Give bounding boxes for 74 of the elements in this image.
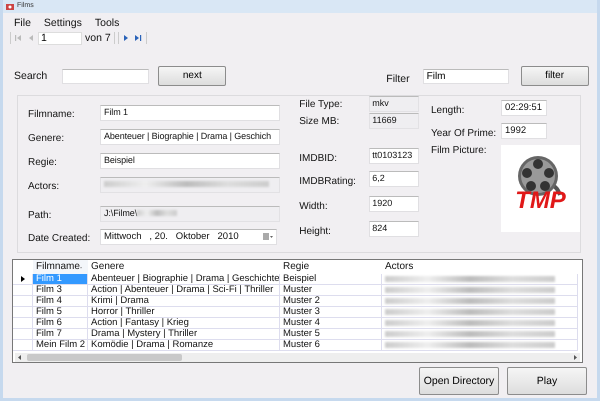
field-label: Size MB:	[299, 116, 340, 129]
text-field[interactable]: Abenteuer | Biographie | Drama | Geschich	[100, 128, 280, 144]
table-cell: Beispiel	[280, 274, 382, 285]
text-field[interactable]: mkv	[369, 96, 420, 112]
field-label: Path:	[28, 210, 52, 222]
play-button[interactable]: Play	[507, 367, 587, 395]
menu-item[interactable]: Settings	[44, 17, 82, 31]
table-cell: Muster 3	[280, 307, 382, 318]
table-cell: Mein Film 2	[33, 340, 88, 351]
filter-field[interactable]: Film	[422, 68, 509, 84]
current-row-icon	[20, 276, 24, 282]
field-label: Date Created:	[28, 232, 92, 244]
menu-item[interactable]: File	[14, 17, 31, 31]
date-picker[interactable]: Mittwoch , 20. Oktober 2010	[100, 228, 277, 244]
field-label: File Type:	[299, 99, 344, 112]
field-label: Film Picture:	[431, 145, 488, 158]
table-cell: Muster 4	[280, 318, 382, 329]
table-cell: Film 1	[33, 274, 88, 285]
filter-button[interactable]: filter	[520, 66, 589, 86]
column-header[interactable]: Actors	[382, 260, 578, 274]
text-field[interactable]: tt0103123	[369, 148, 420, 164]
text-field[interactable]: 824	[369, 221, 420, 237]
horizontal-scrollbar[interactable]	[15, 353, 580, 362]
redacted-text	[137, 210, 178, 216]
text-field[interactable]: Beispiel	[100, 152, 280, 168]
page-number-field[interactable]: 1	[38, 32, 82, 44]
table-cell: Krimi | Drama	[88, 296, 280, 307]
table-cell: Muster 5	[280, 329, 382, 340]
table-cell: Abenteuer | Biographie | Drama | Geschichte	[88, 274, 280, 285]
text-field[interactable]: 1920	[369, 196, 420, 212]
text-field[interactable]: 11669	[369, 113, 420, 129]
table-cell: Drama | Mystery | Thriller	[88, 329, 280, 340]
field-label: Length:	[431, 105, 466, 117]
logo-text: TMP	[515, 189, 566, 213]
text-field[interactable]: 6,2	[369, 171, 420, 187]
column-header[interactable]: Regie	[280, 260, 382, 274]
text-field[interactable]	[100, 176, 280, 192]
table-cell: Film 3	[33, 285, 88, 296]
field-label: Filmname:	[28, 108, 76, 120]
search-label: Search	[14, 70, 48, 82]
field-label: Regie:	[28, 156, 58, 168]
table-cell: Muster 6	[280, 340, 382, 351]
text-field[interactable]: 1992	[501, 123, 547, 139]
table-cell: Komödie | Drama | Romanze	[88, 340, 280, 351]
table-cell: Action | Abenteuer | Drama | Sci-Fi | Thriller	[88, 285, 280, 296]
search-field[interactable]	[62, 68, 150, 84]
app-icon	[6, 3, 14, 10]
table-cell: Film 4	[33, 296, 88, 307]
calendar-icon[interactable]	[263, 233, 273, 240]
last-page-button[interactable]	[134, 33, 143, 43]
table-cell: Film 6	[33, 318, 88, 329]
text-field[interactable]: 02:29:51	[501, 100, 547, 116]
open-directory-button[interactable]: Open Directory	[419, 367, 499, 395]
field-label: Year Of Prime:	[431, 128, 498, 140]
field-label: IMDBRating:	[299, 176, 357, 188]
menu-item[interactable]: Tools	[94, 17, 120, 31]
field-label: Actors:	[28, 180, 60, 192]
table-cell: Film 5	[33, 307, 88, 318]
table-cell: Action | Fantasy | Krieg	[88, 318, 280, 329]
table-cell: Horror | Thriller	[88, 307, 280, 318]
filter-label: Filter	[386, 72, 410, 86]
next-button[interactable]: next	[158, 66, 226, 86]
field-label: Width:	[299, 201, 329, 213]
table-cell: Muster	[280, 285, 382, 296]
field-label: IMDBID:	[299, 153, 338, 165]
text-field[interactable]: J:\Filme\	[100, 206, 280, 222]
table-cell: Muster 2	[280, 296, 382, 307]
column-header[interactable]: Filmname	[33, 260, 88, 274]
page-count-label: von 7	[85, 32, 111, 44]
field-label: Height:	[299, 226, 332, 238]
field-label: Genere:	[28, 132, 66, 144]
table-cell: Film 7	[33, 329, 88, 340]
text-field[interactable]: Film 1	[100, 104, 280, 120]
column-header[interactable]: Genere	[88, 260, 280, 274]
